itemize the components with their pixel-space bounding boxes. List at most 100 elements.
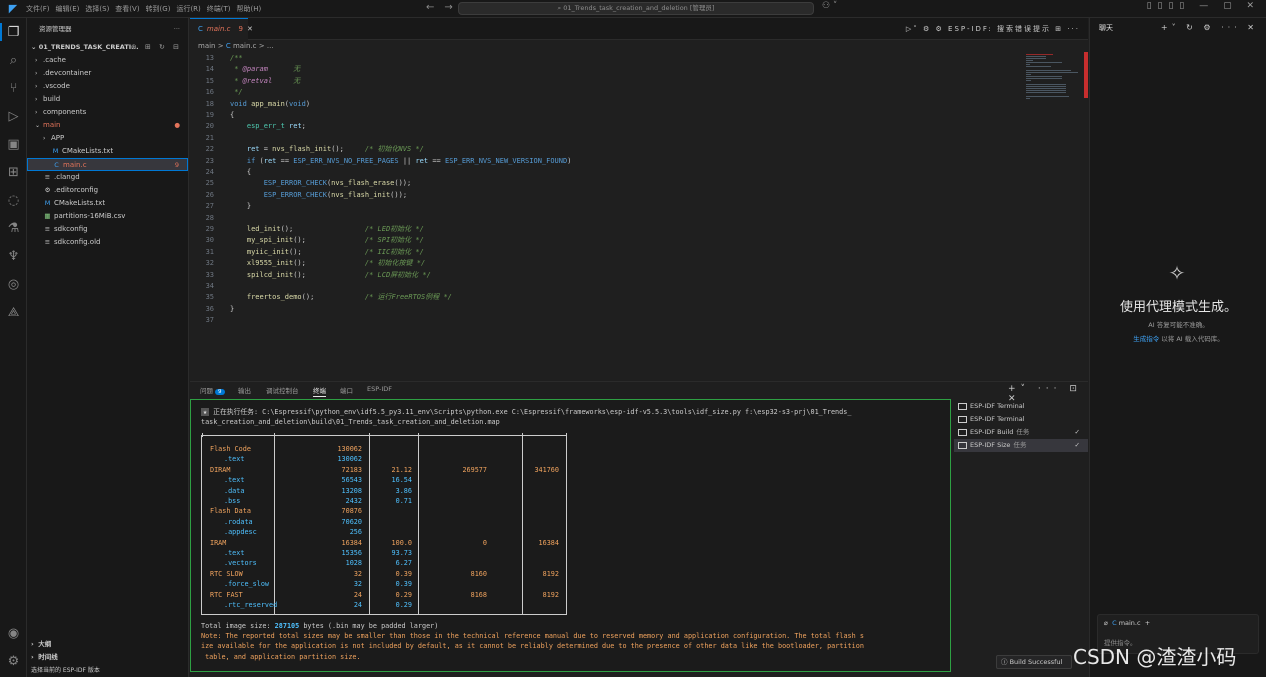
- line-number: 26: [205, 190, 214, 199]
- project-header[interactable]: ⌄ 01_TRENDS_TASK_CREATI... ⊕ ⊞ ↻ ⊟: [27, 40, 188, 54]
- tree-item[interactable]: ≡ sdkconfig.old: [27, 236, 188, 249]
- tree-item[interactable]: › build: [27, 93, 188, 106]
- chevron-icon: ›: [43, 135, 46, 142]
- code-line[interactable]: 26 ESP_ERROR_CHECK(nvs_flash_init());: [190, 190, 1070, 201]
- esp-idf-version-status[interactable]: 选择当前的 ESP-IDF 版本: [27, 664, 115, 677]
- code-line[interactable]: 30 my_spi_init(); /* SPI初始化 */: [190, 235, 1070, 246]
- menu-item[interactable]: 转到(G): [146, 5, 171, 13]
- code-line[interactable]: 14 * @param 无: [190, 64, 1070, 75]
- menu-item[interactable]: 编辑(E): [56, 5, 80, 13]
- breadcrumb-file[interactable]: main.c: [233, 42, 257, 50]
- search-icon[interactable]: ⌕: [0, 46, 27, 74]
- esp-idf-explorer-icon[interactable]: ⟁: [0, 298, 27, 326]
- terminal-output[interactable]: ★ 正在执行任务: C:\Espressif\python_env\idf5.5…: [190, 399, 951, 672]
- tree-item[interactable]: › APP: [27, 132, 188, 145]
- chat-tools[interactable]: +˅ ↻ ⚙ ··· ✕: [1161, 18, 1258, 38]
- tab-main-c[interactable]: Cmain.c 9 ✕: [190, 18, 253, 40]
- code-line[interactable]: 21: [190, 133, 1070, 144]
- run-debug-icon[interactable]: ▷: [0, 102, 27, 130]
- code-line[interactable]: 13 /**: [190, 53, 1070, 64]
- close-icon[interactable]: ✕: [247, 25, 253, 33]
- outline-section[interactable]: › 大纲: [27, 638, 189, 651]
- tree-item[interactable]: ⚙ .editorconfig: [27, 184, 188, 197]
- code-line[interactable]: 15 * @retval 无: [190, 76, 1070, 87]
- code-line[interactable]: 24 {: [190, 167, 1070, 178]
- settings-gear-icon[interactable]: ⚙: [0, 647, 27, 675]
- tree-item[interactable]: ≡ .clangd: [27, 171, 188, 184]
- breadcrumb-symbol[interactable]: ...: [267, 42, 274, 50]
- code-line[interactable]: 31 myiic_init(); /* IIC初始化 */: [190, 247, 1070, 258]
- tree-item[interactable]: › .devcontainer: [27, 67, 188, 80]
- esp-idf-search-error[interactable]: ESP-IDF: 搜索错误提示: [948, 25, 1051, 33]
- menu-item[interactable]: 帮助(H): [237, 5, 262, 13]
- terminal-list-item[interactable]: ESP-IDF Size 任务 ✓: [954, 439, 1088, 452]
- editor-actions[interactable]: ▷˅ ⚙ ⚙ ESP-IDF: 搜索错误提示 ⊞ ···: [906, 24, 1080, 34]
- breadcrumb-main[interactable]: main: [198, 42, 216, 50]
- panel-tab[interactable]: 端口: [340, 385, 353, 395]
- menu-item[interactable]: 终端(T): [207, 5, 231, 13]
- code-line[interactable]: 18 void app_main(void): [190, 99, 1070, 110]
- copilot-icon[interactable]: ⚇ ˅: [822, 1, 837, 11]
- build-notification[interactable]: ⓘ Build Successful: [996, 655, 1072, 669]
- more-icon[interactable]: ···: [174, 18, 180, 40]
- tree-item[interactable]: › components: [27, 106, 188, 119]
- panel-tab[interactable]: ESP-IDF: [367, 385, 392, 393]
- tree-item[interactable]: ▦ partitions-16MiB.csv: [27, 210, 188, 223]
- attach-icon[interactable]: ⌀: [1104, 619, 1108, 627]
- menu-item[interactable]: 查看(V): [115, 5, 139, 13]
- explorer-tools[interactable]: ⊕ ⊞ ↻ ⊟: [131, 40, 182, 54]
- extensions-icon[interactable]: ⊞: [0, 158, 27, 186]
- code-line[interactable]: 22 ret = nvs_flash_init(); /* 初始化NVS */: [190, 144, 1070, 155]
- code-line[interactable]: 29 led_init(); /* LED初始化 */: [190, 224, 1070, 235]
- remote-explorer-icon[interactable]: ▣: [0, 130, 27, 158]
- code-line[interactable]: 32 xl9555_init(); /* 初始化按键 */: [190, 258, 1070, 269]
- esp-idf-icon[interactable]: ◎: [0, 270, 27, 298]
- source-control-icon[interactable]: ⑂: [0, 74, 27, 102]
- code-line[interactable]: 19 {: [190, 110, 1070, 121]
- minimap-line: [1026, 64, 1030, 65]
- code-line[interactable]: 27 }: [190, 201, 1070, 212]
- tree-item[interactable]: ≡ sdkconfig: [27, 223, 188, 236]
- terminal-list-item[interactable]: ESP-IDF Build 任务 ✓: [954, 426, 1088, 439]
- code-line[interactable]: 28: [190, 213, 1070, 224]
- tree-item[interactable]: › .cache: [27, 54, 188, 67]
- menu-item[interactable]: 选择(S): [85, 5, 109, 13]
- panel-tab[interactable]: 输出: [238, 385, 251, 395]
- panel-tab[interactable]: 问题 9: [200, 385, 225, 395]
- window-controls[interactable]: ▯▯▯▯ — ▢ ✕: [1147, 1, 1260, 11]
- minimap-line: [1026, 62, 1062, 63]
- generate-instructions-link[interactable]: 生成指令: [1133, 335, 1159, 343]
- account-icon[interactable]: ◉: [0, 619, 27, 647]
- menu-item[interactable]: 文件(F): [26, 5, 50, 13]
- code-line[interactable]: 36}: [190, 304, 1070, 315]
- code-editor[interactable]: 13/** 14 * @param 无 15 * @retval 无 16 */18 v…: [190, 52, 1084, 378]
- code-line[interactable]: 37: [190, 315, 1070, 326]
- check-icon: ✓: [1074, 441, 1080, 449]
- chat-attached-file[interactable]: ⌀ C main.c +: [1104, 619, 1150, 627]
- tree-item[interactable]: M CMakeLists.txt: [27, 197, 188, 210]
- code-line[interactable]: 33 spilcd_init(); /* LCD屏初始化 */: [190, 270, 1070, 281]
- tree-item[interactable]: M CMakeLists.txt: [27, 145, 188, 158]
- code-line[interactable]: 25 ESP_ERROR_CHECK(nvs_flash_erase());: [190, 178, 1070, 189]
- terminal-list-item[interactable]: ESP-IDF Terminal: [954, 400, 1088, 413]
- code-line[interactable]: 20 esp_err_t ret;: [190, 121, 1070, 132]
- explorer-icon[interactable]: ❐: [0, 18, 27, 46]
- line-text: * @param 无: [230, 65, 301, 74]
- tree-item[interactable]: Cmain.c 9: [27, 158, 188, 171]
- testing-icon[interactable]: ⚗: [0, 214, 27, 242]
- terminal-list-item[interactable]: ESP-IDF Terminal: [954, 413, 1088, 426]
- code-line[interactable]: 23 if (ret == ESP_ERR_NVS_NO_FREE_PAGES …: [190, 156, 1070, 167]
- panel-tab[interactable]: 调试控制台: [266, 385, 299, 395]
- chat-icon[interactable]: ◌: [0, 186, 27, 214]
- minimap[interactable]: [1024, 52, 1084, 132]
- tree-item[interactable]: › .vscode: [27, 80, 188, 93]
- tree-item[interactable]: ⌄ main ●: [27, 119, 188, 132]
- python-icon[interactable]: ♆: [0, 242, 27, 270]
- code-line[interactable]: 16 */: [190, 87, 1070, 98]
- menu-item[interactable]: 运行(R): [176, 5, 200, 13]
- command-center-search[interactable]: ⌕ 01_Trends_task_creation_and_deletion […: [458, 2, 814, 15]
- panel-tab[interactable]: 终端: [313, 385, 326, 397]
- timeline-section[interactable]: › 时间线: [27, 651, 189, 664]
- code-line[interactable]: 35 freertos_demo(); /* 运行FreeRTOS例程 */: [190, 292, 1070, 303]
- code-line[interactable]: 34: [190, 281, 1070, 292]
